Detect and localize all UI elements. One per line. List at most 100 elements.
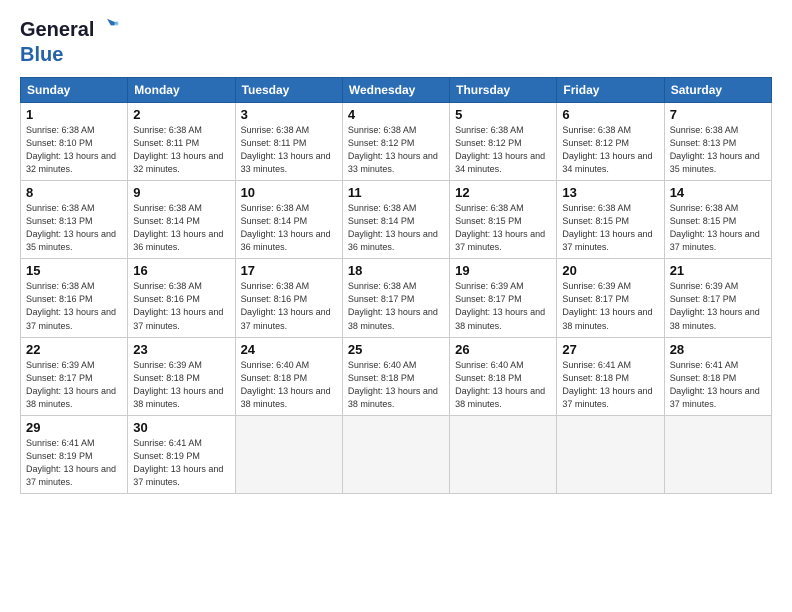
- day-info: Sunrise: 6:38 AM Sunset: 8:17 PM Dayligh…: [348, 281, 438, 330]
- calendar-cell: [664, 415, 771, 493]
- day-info: Sunrise: 6:38 AM Sunset: 8:15 PM Dayligh…: [670, 203, 760, 252]
- calendar-cell: 14Sunrise: 6:38 AM Sunset: 8:15 PM Dayli…: [664, 181, 771, 259]
- day-info: Sunrise: 6:39 AM Sunset: 8:18 PM Dayligh…: [133, 360, 223, 409]
- calendar-header-tuesday: Tuesday: [235, 78, 342, 103]
- day-number: 21: [670, 263, 766, 278]
- calendar-header-sunday: Sunday: [21, 78, 128, 103]
- calendar-cell: 21 Sunrise: 6:39 AM Sunset: 8:17 PM Dayli…: [664, 259, 771, 337]
- calendar-cell: 28 Sunrise: 6:41 AM Sunset: 8:18 PM Dayli…: [664, 337, 771, 415]
- day-info: Sunrise: 6:38 AM Sunset: 8:16 PM Dayligh…: [241, 281, 331, 330]
- day-info: Sunrise: 6:38 AM Sunset: 8:13 PM Dayligh…: [26, 203, 116, 252]
- calendar-table: SundayMondayTuesdayWednesdayThursdayFrid…: [20, 77, 772, 494]
- calendar-header-wednesday: Wednesday: [342, 78, 449, 103]
- calendar-cell: [450, 415, 557, 493]
- calendar-cell: 16 Sunrise: 6:38 AM Sunset: 8:16 PM Dayli…: [128, 259, 235, 337]
- calendar-week-1: 1 Sunrise: 6:38 AM Sunset: 8:10 PM Daylig…: [21, 103, 772, 181]
- day-number: 12: [455, 185, 551, 200]
- day-info: Sunrise: 6:38 AM Sunset: 8:13 PM Dayligh…: [670, 125, 760, 174]
- calendar-cell: 15 Sunrise: 6:38 AM Sunset: 8:16 PM Dayli…: [21, 259, 128, 337]
- logo-blue-text: Blue: [20, 44, 63, 67]
- calendar-cell: 1 Sunrise: 6:38 AM Sunset: 8:10 PM Daylig…: [21, 103, 128, 181]
- day-number: 13: [562, 185, 658, 200]
- day-info: Sunrise: 6:41 AM Sunset: 8:19 PM Dayligh…: [133, 438, 223, 487]
- calendar-cell: 11 Sunrise: 6:38 AM Sunset: 8:14 PM Dayli…: [342, 181, 449, 259]
- day-info: Sunrise: 6:39 AM Sunset: 8:17 PM Dayligh…: [455, 281, 545, 330]
- day-info: Sunrise: 6:40 AM Sunset: 8:18 PM Dayligh…: [455, 360, 545, 409]
- calendar-cell: 20 Sunrise: 6:39 AM Sunset: 8:17 PM Dayli…: [557, 259, 664, 337]
- day-number: 28: [670, 342, 766, 357]
- day-number: 18: [348, 263, 444, 278]
- day-number: 22: [26, 342, 122, 357]
- day-info: Sunrise: 6:38 AM Sunset: 8:15 PM Dayligh…: [455, 203, 545, 252]
- day-number: 2: [133, 107, 229, 122]
- calendar-cell: 7 Sunrise: 6:38 AM Sunset: 8:13 PM Daylig…: [664, 103, 771, 181]
- logo-general-text: General: [20, 19, 94, 42]
- day-info: Sunrise: 6:38 AM Sunset: 8:14 PM Dayligh…: [133, 203, 223, 252]
- header: GeneralBlue: [20, 16, 772, 67]
- calendar-cell: 30Sunrise: 6:41 AM Sunset: 8:19 PM Dayli…: [128, 415, 235, 493]
- calendar-cell: [235, 415, 342, 493]
- day-info: Sunrise: 6:41 AM Sunset: 8:18 PM Dayligh…: [562, 360, 652, 409]
- logo: GeneralBlue: [20, 16, 122, 67]
- day-number: 10: [241, 185, 337, 200]
- calendar-cell: 17Sunrise: 6:38 AM Sunset: 8:16 PM Dayli…: [235, 259, 342, 337]
- day-number: 4: [348, 107, 444, 122]
- calendar-week-2: 8 Sunrise: 6:38 AM Sunset: 8:13 PM Daylig…: [21, 181, 772, 259]
- day-info: Sunrise: 6:38 AM Sunset: 8:10 PM Dayligh…: [26, 125, 116, 174]
- day-info: Sunrise: 6:40 AM Sunset: 8:18 PM Dayligh…: [241, 360, 331, 409]
- calendar-header-monday: Monday: [128, 78, 235, 103]
- day-number: 6: [562, 107, 658, 122]
- calendar-cell: 12 Sunrise: 6:38 AM Sunset: 8:15 PM Dayli…: [450, 181, 557, 259]
- day-number: 15: [26, 263, 122, 278]
- calendar-cell: 27 Sunrise: 6:41 AM Sunset: 8:18 PM Dayli…: [557, 337, 664, 415]
- day-info: Sunrise: 6:38 AM Sunset: 8:11 PM Dayligh…: [133, 125, 223, 174]
- day-number: 19: [455, 263, 551, 278]
- calendar-header-row: SundayMondayTuesdayWednesdayThursdayFrid…: [21, 78, 772, 103]
- calendar-header-thursday: Thursday: [450, 78, 557, 103]
- day-info: Sunrise: 6:41 AM Sunset: 8:19 PM Dayligh…: [26, 438, 116, 487]
- day-number: 20: [562, 263, 658, 278]
- page: GeneralBlue SundayMondayTuesdayWednesday…: [0, 0, 792, 612]
- day-info: Sunrise: 6:39 AM Sunset: 8:17 PM Dayligh…: [670, 281, 760, 330]
- day-number: 7: [670, 107, 766, 122]
- day-number: 5: [455, 107, 551, 122]
- calendar-cell: [557, 415, 664, 493]
- calendar-cell: 3 Sunrise: 6:38 AM Sunset: 8:11 PM Daylig…: [235, 103, 342, 181]
- calendar-cell: 6Sunrise: 6:38 AM Sunset: 8:12 PM Daylig…: [557, 103, 664, 181]
- calendar-cell: 13Sunrise: 6:38 AM Sunset: 8:15 PM Dayli…: [557, 181, 664, 259]
- day-number: 16: [133, 263, 229, 278]
- day-number: 3: [241, 107, 337, 122]
- day-info: Sunrise: 6:38 AM Sunset: 8:14 PM Dayligh…: [241, 203, 331, 252]
- calendar-cell: 29 Sunrise: 6:41 AM Sunset: 8:19 PM Dayli…: [21, 415, 128, 493]
- calendar-week-4: 22 Sunrise: 6:39 AM Sunset: 8:17 PM Dayli…: [21, 337, 772, 415]
- calendar-header-saturday: Saturday: [664, 78, 771, 103]
- calendar-cell: 10 Sunrise: 6:38 AM Sunset: 8:14 PM Dayli…: [235, 181, 342, 259]
- day-info: Sunrise: 6:39 AM Sunset: 8:17 PM Dayligh…: [26, 360, 116, 409]
- day-info: Sunrise: 6:38 AM Sunset: 8:16 PM Dayligh…: [133, 281, 223, 330]
- day-number: 1: [26, 107, 122, 122]
- day-info: Sunrise: 6:41 AM Sunset: 8:18 PM Dayligh…: [670, 360, 760, 409]
- calendar-cell: 2 Sunrise: 6:38 AM Sunset: 8:11 PM Daylig…: [128, 103, 235, 181]
- calendar-cell: 19 Sunrise: 6:39 AM Sunset: 8:17 PM Dayli…: [450, 259, 557, 337]
- calendar-cell: 22 Sunrise: 6:39 AM Sunset: 8:17 PM Dayli…: [21, 337, 128, 415]
- calendar-cell: 23 Sunrise: 6:39 AM Sunset: 8:18 PM Dayli…: [128, 337, 235, 415]
- calendar-cell: [342, 415, 449, 493]
- day-info: Sunrise: 6:38 AM Sunset: 8:12 PM Dayligh…: [348, 125, 438, 174]
- calendar-cell: 26 Sunrise: 6:40 AM Sunset: 8:18 PM Dayli…: [450, 337, 557, 415]
- calendar-cell: 5 Sunrise: 6:38 AM Sunset: 8:12 PM Daylig…: [450, 103, 557, 181]
- day-info: Sunrise: 6:40 AM Sunset: 8:18 PM Dayligh…: [348, 360, 438, 409]
- day-info: Sunrise: 6:39 AM Sunset: 8:17 PM Dayligh…: [562, 281, 652, 330]
- day-number: 11: [348, 185, 444, 200]
- calendar-week-3: 15 Sunrise: 6:38 AM Sunset: 8:16 PM Dayli…: [21, 259, 772, 337]
- day-number: 23: [133, 342, 229, 357]
- day-info: Sunrise: 6:38 AM Sunset: 8:16 PM Dayligh…: [26, 281, 116, 330]
- day-info: Sunrise: 6:38 AM Sunset: 8:14 PM Dayligh…: [348, 203, 438, 252]
- calendar-cell: 24 Sunrise: 6:40 AM Sunset: 8:18 PM Dayli…: [235, 337, 342, 415]
- day-number: 26: [455, 342, 551, 357]
- day-info: Sunrise: 6:38 AM Sunset: 8:12 PM Dayligh…: [455, 125, 545, 174]
- day-number: 24: [241, 342, 337, 357]
- day-number: 27: [562, 342, 658, 357]
- day-number: 8: [26, 185, 122, 200]
- day-info: Sunrise: 6:38 AM Sunset: 8:11 PM Dayligh…: [241, 125, 331, 174]
- day-number: 29: [26, 420, 122, 435]
